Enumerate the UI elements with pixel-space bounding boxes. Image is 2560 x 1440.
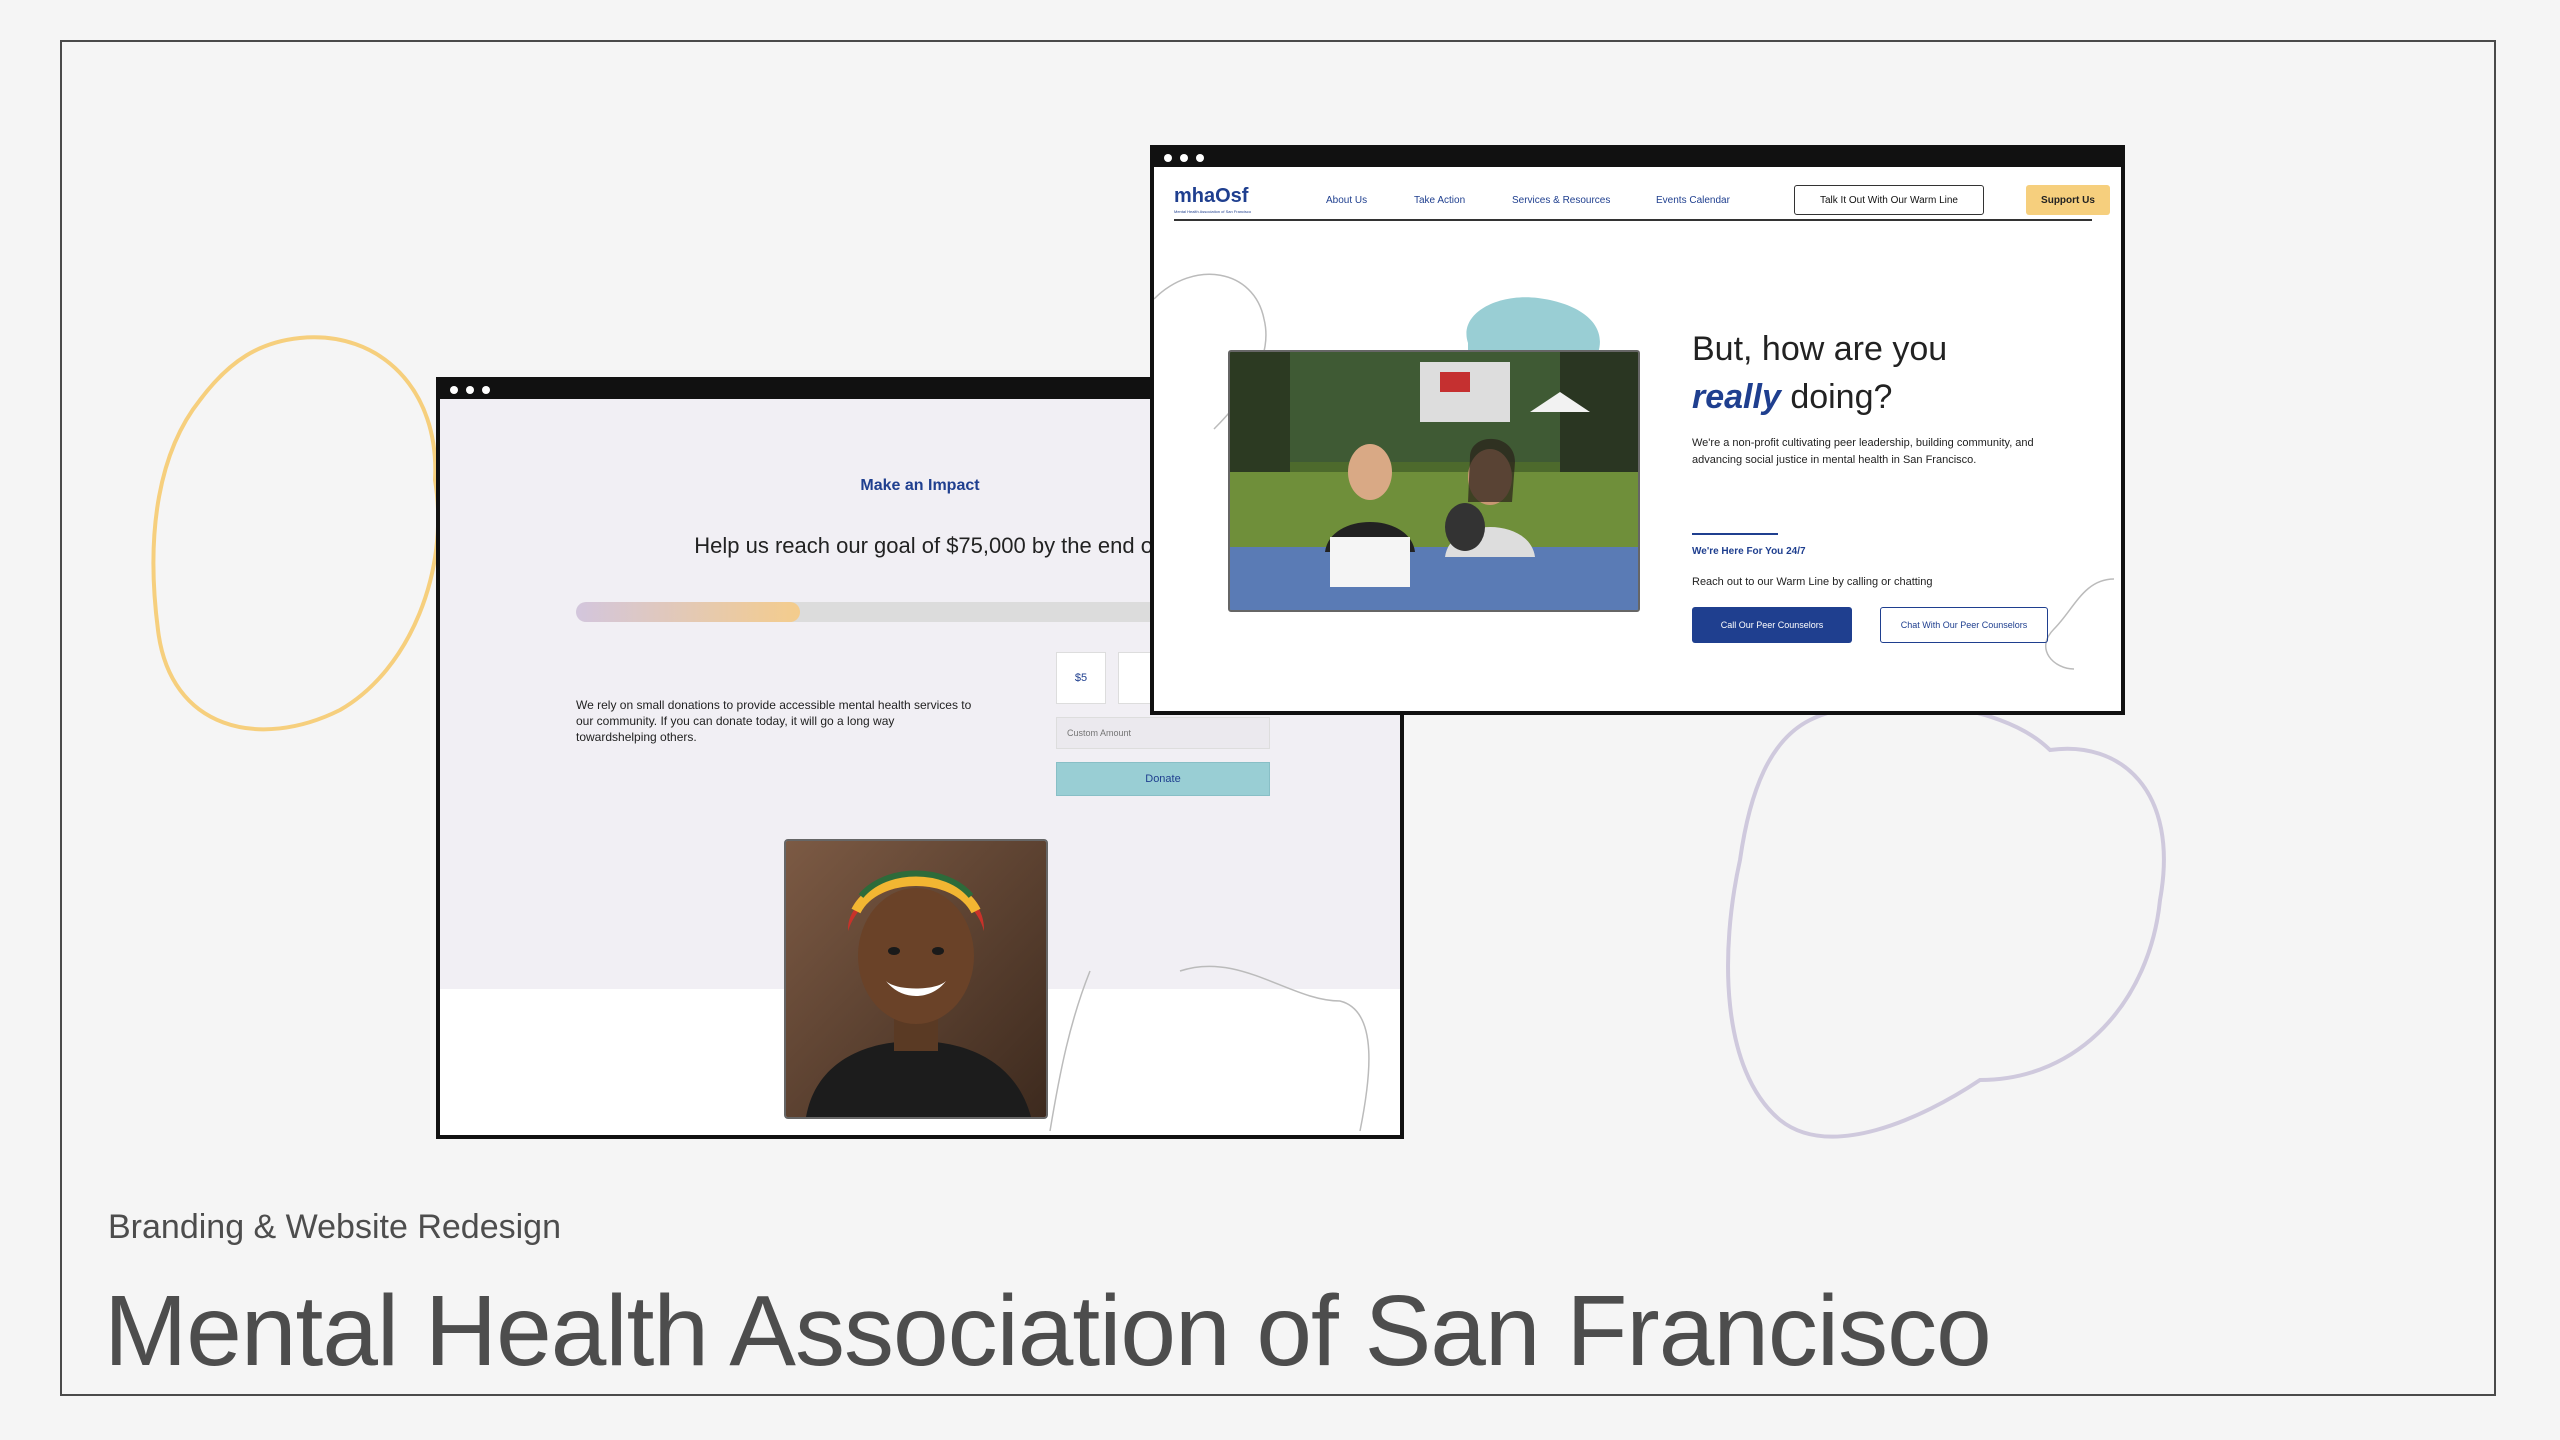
yellow-blob-outline	[151, 335, 441, 732]
nav-link-events[interactable]: Events Calendar	[1656, 195, 1730, 206]
donation-progress-fill	[576, 602, 800, 622]
smiling-woman-image	[786, 841, 1046, 1117]
window-dot-icon	[1164, 154, 1172, 162]
site-logo[interactable]: mhaOsf	[1174, 185, 1248, 208]
window-dot-icon	[466, 386, 474, 394]
call-counselors-button[interactable]: Call Our Peer Counselors	[1692, 607, 1852, 643]
event-booth-image	[1230, 352, 1638, 610]
project-subtitle: Branding & Website Redesign	[108, 1208, 561, 1246]
window-dot-icon	[1196, 154, 1204, 162]
hero-tagline: We're Here For You 24/7	[1692, 546, 1806, 557]
logo-tagline: Mental Health Association of San Francis…	[1174, 209, 1252, 214]
hero-divider	[1692, 533, 1778, 535]
window-titlebar	[1154, 149, 2121, 167]
donate-button[interactable]: Donate	[1056, 762, 1270, 796]
hero-headline-rest: doing?	[1790, 378, 1893, 416]
warm-line-button[interactable]: Talk It Out With Our Warm Line	[1794, 185, 1984, 215]
hero-headline: But, how are you really doing?	[1692, 325, 1947, 421]
support-us-button[interactable]: Support Us	[2026, 185, 2110, 215]
custom-amount-input[interactable]	[1056, 717, 1270, 749]
site-navbar: mhaOsf Mental Health Association of San …	[1174, 183, 2110, 221]
hero-photo	[1228, 350, 1640, 612]
portrait-photo	[784, 839, 1048, 1119]
nav-link-take-action[interactable]: Take Action	[1414, 195, 1465, 206]
hero-headline-line1: But, how are you	[1692, 330, 1948, 368]
hero-headline-line2: really doing?	[1692, 373, 1947, 421]
nav-link-services[interactable]: Services & Resources	[1512, 195, 1610, 206]
hero-description: We're a non-profit cultivating peer lead…	[1692, 437, 2034, 466]
lavender-blob-outline	[1726, 701, 2166, 1139]
decorative-line-outline	[1049, 965, 1370, 1132]
window-dot-icon	[450, 386, 458, 394]
chat-counselors-button[interactable]: Chat With Our Peer Counselors	[1880, 607, 2048, 643]
hero-headline-emphasis: really	[1692, 378, 1781, 416]
nav-link-about[interactable]: About Us	[1326, 195, 1367, 206]
homepage-window: mhaOsf Mental Health Association of San …	[1150, 145, 2125, 715]
amount-option-button[interactable]: $5	[1056, 652, 1106, 704]
donation-body-text: We rely on small donations to provide ac…	[576, 698, 972, 744]
window-dot-icon	[482, 386, 490, 394]
hero-reach-text: Reach out to our Warm Line by calling or…	[1692, 576, 1933, 588]
project-title: Mental Health Association of San Francis…	[104, 1275, 1992, 1387]
window-dot-icon	[1180, 154, 1188, 162]
